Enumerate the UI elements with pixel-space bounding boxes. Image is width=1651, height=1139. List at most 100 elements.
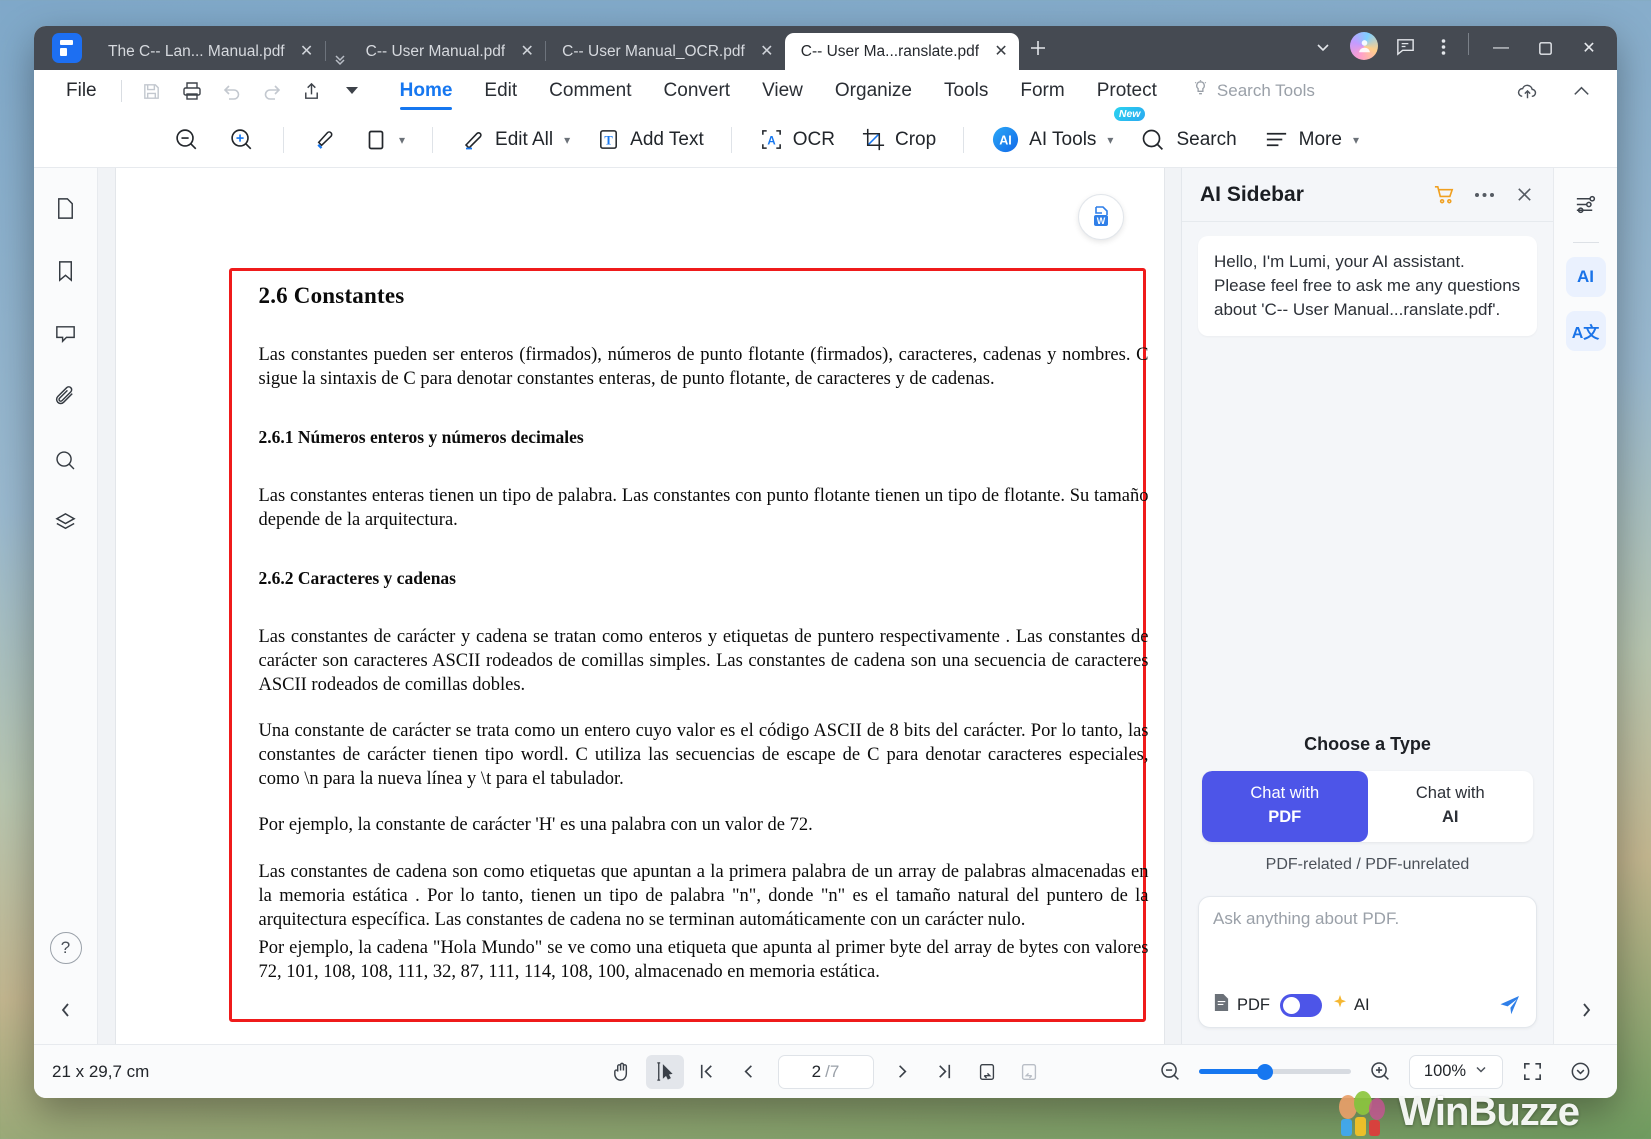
collapse-panel-icon[interactable] [46,990,86,1030]
zoom-in-button[interactable] [215,120,268,160]
page-thumbnails-icon[interactable] [44,186,88,230]
file-menu[interactable]: File [52,80,111,102]
search-panel-icon[interactable] [44,438,88,482]
edit-all-button[interactable]: Edit All ▾ [448,120,582,160]
ribbon-tab-edit[interactable]: Edit [468,70,533,112]
redo-icon[interactable] [252,74,292,108]
translate-panel-button[interactable]: A文 [1566,311,1606,351]
undo-icon[interactable] [212,74,252,108]
ai-input-placeholder[interactable]: Ask anything about PDF. [1213,909,1522,993]
zoom-slider-knob[interactable] [1257,1064,1273,1080]
convert-to-word-badge-icon[interactable]: W [1078,194,1124,240]
ribbon-tab-comment[interactable]: Comment [533,70,647,112]
crop-button[interactable]: Crop [849,120,948,160]
prev-page-icon[interactable] [730,1055,768,1089]
comment-icon[interactable] [44,312,88,356]
document-tab-2[interactable]: C-- User Manual.pdf ✕ [350,33,546,70]
close-icon[interactable] [1511,182,1537,208]
share-icon[interactable] [292,74,332,108]
pdf-mode-chip[interactable]: PDF [1213,993,1270,1017]
feedback-icon[interactable] [1386,28,1424,66]
single-page-view-icon[interactable] [968,1055,1006,1089]
ai-composer[interactable]: Ask anything about PDF. PDF [1198,896,1537,1028]
more-view-options-icon[interactable] [1561,1055,1599,1089]
search-tools-button[interactable]: Search Tools [1191,79,1315,103]
pdf-viewer[interactable]: W 2.6 Constantes Las constantes pueden s… [98,168,1181,1044]
ribbon-tab-organize[interactable]: Organize [819,70,928,112]
fullscreen-icon[interactable] [1513,1055,1551,1089]
shape-button[interactable]: ▾ [352,120,417,160]
doc-paragraph-2: Una constante de carácter se trata como … [259,719,1149,791]
help-icon[interactable]: ? [50,932,82,964]
minimize-button[interactable]: — [1479,26,1523,70]
ribbon-tab-home[interactable]: Home [384,70,469,112]
last-page-icon[interactable] [926,1055,964,1089]
continuous-view-icon[interactable] [1010,1055,1048,1089]
close-window-button[interactable]: ✕ [1567,26,1611,70]
layers-icon[interactable] [44,501,88,545]
collapse-ribbon-icon[interactable] [1561,74,1601,108]
first-page-icon[interactable] [688,1055,726,1089]
zoom-out-icon[interactable] [1151,1055,1189,1089]
page-number-input[interactable]: 2 /7 [778,1055,874,1089]
ribbon-tab-tools[interactable]: Tools [928,70,1004,112]
more-label: More [1299,129,1342,151]
ai-panel-button[interactable]: AI [1566,257,1606,297]
tab-close-icon[interactable]: ✕ [517,42,537,62]
document-tab-4-active[interactable]: C-- User Ma...ranslate.pdf ✕ [785,33,1019,70]
zoom-in-icon[interactable] [1361,1055,1399,1089]
tab-close-icon[interactable]: ✕ [297,42,317,62]
cloud-upload-icon[interactable] [1507,74,1547,108]
user-avatar[interactable] [1350,32,1378,60]
dropdown-caret-icon[interactable] [332,74,372,108]
tab-close-icon[interactable]: ✕ [991,42,1011,62]
print-icon[interactable] [172,74,212,108]
add-text-button[interactable]: T Add Text [584,120,716,160]
tab-list-chevron-icon[interactable] [1304,28,1342,66]
pdf-chip-label: PDF [1237,996,1270,1015]
expand-panel-icon[interactable] [1566,990,1606,1030]
document-tab-3[interactable]: C-- User Manual_OCR.pdf ✕ [546,33,785,70]
toolbar-divider [283,127,284,153]
rail-divider [1573,242,1599,243]
ribbon-tab-protect[interactable]: Protect [1081,70,1173,112]
send-icon[interactable] [1498,993,1522,1017]
more-icon[interactable] [1471,182,1497,208]
pdf-ai-toggle[interactable] [1280,994,1322,1017]
chat-with-ai-option[interactable]: Chat with AI [1368,771,1534,842]
ai-sidebar-header-actions [1431,182,1537,208]
bookmark-icon[interactable] [44,249,88,293]
ribbon-tab-form[interactable]: Form [1004,70,1080,112]
new-tab-button[interactable] [1019,29,1057,67]
chevron-down-icon [1474,1062,1488,1081]
doc-heading: 2.6 Constantes [259,283,1149,309]
select-tool-icon[interactable] [646,1055,684,1089]
tab-strip: The C-- Lan... Manual.pdf ✕ C-- User Man… [92,26,1304,70]
ribbon-tab-view[interactable]: View [746,70,819,112]
ribbon-tab-convert[interactable]: Convert [648,70,747,112]
attachment-icon[interactable] [44,375,88,419]
highlight-button[interactable] [299,120,350,160]
svg-text:W: W [1096,216,1105,226]
zoom-out-button[interactable] [160,120,213,160]
chat-with-pdf-option[interactable]: Chat with PDF [1202,771,1368,842]
sliders-icon[interactable] [1564,182,1608,226]
app-logo-icon [52,33,82,63]
zoom-slider[interactable] [1199,1069,1351,1074]
page-navigation-controls: 2 /7 [604,1055,1048,1089]
ai-mode-chip[interactable]: AI [1332,995,1370,1016]
more-options-icon[interactable] [1424,28,1462,66]
cart-icon[interactable] [1431,182,1457,208]
tab-close-icon[interactable]: ✕ [757,42,777,62]
hand-tool-icon[interactable] [604,1055,642,1089]
chevron-down-icon[interactable] [332,51,348,70]
ocr-button[interactable]: A OCR [747,120,847,160]
save-icon[interactable] [132,74,172,108]
zoom-level-select[interactable]: 100% [1409,1055,1503,1089]
maximize-button[interactable] [1523,26,1567,70]
search-button[interactable]: Search [1127,120,1248,160]
next-page-icon[interactable] [884,1055,922,1089]
more-button[interactable]: More ▾ [1251,120,1371,160]
ai-tools-button[interactable]: AI AI Tools ▾ New [979,120,1125,160]
document-tab-1[interactable]: The C-- Lan... Manual.pdf ✕ [92,33,325,70]
